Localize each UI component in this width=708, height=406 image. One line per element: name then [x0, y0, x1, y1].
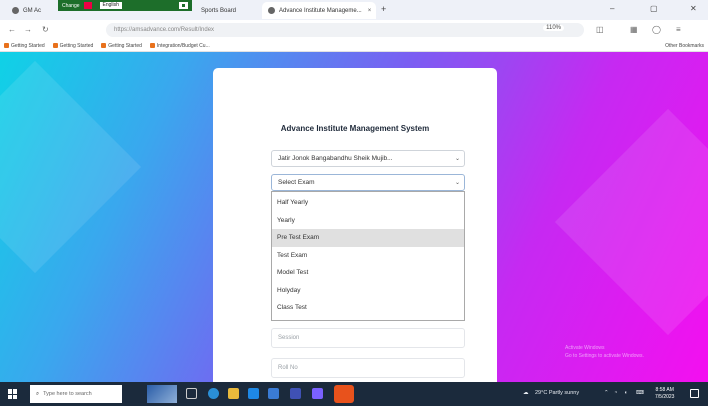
language-select[interactable]: English: [99, 2, 122, 9]
bookmark-icon: [149, 43, 155, 48]
bookmarks-bar: Getting Started Getting Started Getting …: [0, 40, 708, 52]
bookmark-icon: [52, 43, 58, 48]
chevron-down-icon: ⌄: [454, 180, 460, 186]
url-text: https://amsadvance.com/Result/Index: [114, 27, 215, 33]
minimize-icon[interactable]: –: [610, 4, 614, 13]
notification-icon[interactable]: [690, 389, 699, 398]
translate-toolbar: Change English: [58, 0, 192, 11]
bookmark-item[interactable]: Getting Started: [4, 43, 45, 49]
taskbar-search[interactable]: ⌕ Type here to search: [30, 385, 122, 403]
taskbar-clock[interactable]: 8:58 AM 7/5/2023: [655, 387, 674, 401]
browser-tab-bar: GM Ac Sports Board Advance Institute Man…: [0, 0, 708, 20]
tab-label: GM Ac: [23, 7, 42, 14]
store-icon[interactable]: [248, 388, 259, 399]
reload-icon[interactable]: ↻: [42, 25, 49, 34]
volume-icon[interactable]: ◖: [624, 390, 627, 396]
other-bookmarks[interactable]: Other Bookmarks: [665, 43, 704, 49]
close-icon[interactable]: ×: [368, 8, 372, 14]
word-icon[interactable]: [290, 388, 301, 399]
tray-chevron-icon[interactable]: ⌃: [604, 390, 609, 396]
decorative-shape: [554, 108, 708, 336]
language-icon[interactable]: ⌨: [636, 390, 644, 396]
windows-start-icon[interactable]: [8, 389, 18, 399]
search-icon: ⌕: [36, 390, 40, 397]
bookmark-icon: [4, 43, 9, 48]
confirm-icon[interactable]: [179, 2, 188, 9]
exam-option-class-test[interactable]: Class Test: [272, 299, 464, 317]
tab-favicon-icon: [12, 7, 19, 14]
extensions-icon[interactable]: ▦: [630, 25, 638, 34]
bookmark-item[interactable]: Integration/Budget Cu...: [149, 43, 210, 49]
new-tab-button[interactable]: +: [381, 4, 386, 14]
pocket-icon[interactable]: ◫: [596, 25, 604, 34]
bookmark-item[interactable]: Getting Started: [101, 43, 142, 49]
chevron-down-icon: ⌄: [454, 156, 460, 162]
result-form-card: Advance Institute Management System Jati…: [213, 68, 497, 382]
account-icon[interactable]: ◯: [652, 25, 661, 34]
exam-option-half-yearly[interactable]: Half Yearly: [272, 194, 464, 212]
session-placeholder: Session: [278, 335, 300, 341]
roll-placeholder: Roll No: [278, 365, 298, 371]
taskbar-search-placeholder: Type here to search: [43, 391, 92, 397]
exam-option-test[interactable]: Test Exam: [272, 247, 464, 265]
task-view-icon[interactable]: [186, 388, 197, 399]
exam-select-value: Select Exam: [278, 179, 315, 186]
bookmark-item[interactable]: Getting Started: [52, 43, 93, 49]
menu-icon[interactable]: ≡: [676, 25, 681, 34]
search-highlight-image[interactable]: [147, 385, 177, 403]
exam-option-pre-test[interactable]: Pre Test Exam: [272, 229, 464, 247]
roll-field[interactable]: Roll No: [271, 358, 465, 378]
taskbar: ⌕ Type here to search ☁ 29°C Partly sunn…: [0, 382, 708, 406]
weather-status[interactable]: 29°C Partly sunny: [535, 390, 579, 396]
institute-select-value: Jatir Jonok Bangabandhu Sheik Mujib...: [278, 155, 393, 162]
institute-select[interactable]: Jatir Jonok Bangabandhu Sheik Mujib... ⌄: [271, 150, 465, 167]
zoom-level[interactable]: 110%: [543, 25, 564, 31]
flag-icon: [83, 2, 92, 9]
maximize-icon[interactable]: ▢: [650, 4, 658, 13]
browser-tab-sports[interactable]: Sports Board: [195, 2, 255, 19]
browser-toolbar: ← → ↻ https://amsadvance.com/Result/Inde…: [0, 20, 708, 40]
page-title: Advance Institute Management System: [280, 124, 430, 133]
decorative-shape: [0, 60, 142, 274]
weather-icon[interactable]: ☁: [523, 390, 529, 396]
address-bar[interactable]: https://amsadvance.com/Result/Index 110%: [106, 23, 584, 37]
tab-label: Advance Institute Manageme...: [279, 7, 362, 14]
close-window-icon[interactable]: ✕: [690, 4, 697, 13]
browser-tab-active[interactable]: Advance Institute Manageme... ×: [262, 2, 376, 19]
firefox-icon[interactable]: [334, 385, 354, 403]
activate-windows-watermark: Activate Windows Go to Settings to activ…: [565, 345, 644, 359]
tab-label: Sports Board: [201, 7, 237, 14]
mail-icon[interactable]: [268, 388, 279, 399]
session-field[interactable]: Session: [271, 328, 465, 348]
exam-dropdown-list: Half Yearly Yearly Pre Test Exam Test Ex…: [271, 191, 465, 321]
exam-option-yearly[interactable]: Yearly: [272, 212, 464, 230]
edge-icon[interactable]: [208, 388, 219, 399]
file-explorer-icon[interactable]: [228, 388, 239, 399]
teams-icon[interactable]: [312, 388, 323, 399]
network-icon[interactable]: ◔: [614, 390, 617, 396]
exam-option-model-test[interactable]: Model Test: [272, 264, 464, 282]
exam-option-holyday[interactable]: Holyday: [272, 282, 464, 300]
forward-icon[interactable]: →: [24, 25, 32, 34]
page-background: Advance Institute Management System Jati…: [0, 52, 708, 382]
translate-label: Change: [62, 2, 80, 9]
back-icon[interactable]: ←: [8, 25, 16, 34]
tab-favicon-icon: [268, 7, 275, 14]
exam-select[interactable]: Select Exam ⌄: [271, 174, 465, 191]
browser-tab-gm[interactable]: GM Ac: [6, 2, 54, 19]
bookmark-icon: [101, 43, 107, 48]
